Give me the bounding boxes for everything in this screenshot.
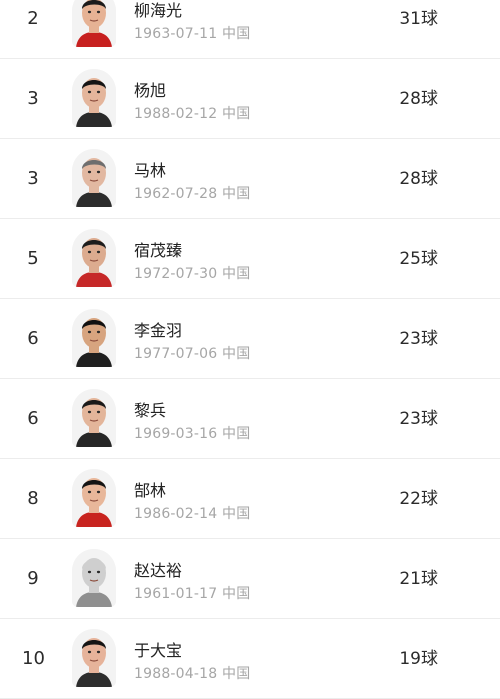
country: 中国 <box>222 426 251 442</box>
scorer-list: 2 柳海光 1963-07-11 中国 31球 3 杨旭 1988-02-12 中国 28球 3… <box>0 0 500 699</box>
player-name: 于大宝 <box>134 641 183 660</box>
player-photo-icon <box>72 309 116 367</box>
player-photo-icon <box>72 629 116 687</box>
birth-date: 1972-07-30 <box>134 266 218 282</box>
player-photo-icon <box>72 469 116 527</box>
rank-number: 10 <box>22 648 45 669</box>
player-photo-icon <box>72 149 116 207</box>
player-photo-icon <box>72 229 116 287</box>
player-meta: 1963-07-11 中国 <box>134 23 250 43</box>
goal-count: 21球 <box>399 569 438 589</box>
rank-number: 3 <box>27 88 39 109</box>
birth-date: 1961-01-17 <box>134 586 218 602</box>
birth-date: 1977-07-06 <box>134 346 218 362</box>
player-meta: 1977-07-06 中国 <box>134 343 250 363</box>
goal-count: 19球 <box>399 649 438 669</box>
player-row[interactable]: 3 杨旭 1988-02-12 中国 28球 <box>0 59 500 139</box>
player-meta: 1988-02-12 中国 <box>134 103 250 123</box>
player-meta: 1961-01-17 中国 <box>134 583 250 603</box>
rank-number: 8 <box>27 488 39 509</box>
player-name: 黎兵 <box>134 401 167 420</box>
player-avatar[interactable] <box>72 309 116 367</box>
player-row[interactable]: 2 柳海光 1963-07-11 中国 31球 <box>0 0 500 59</box>
goal-count: 31球 <box>399 9 438 29</box>
birth-date: 1962-07-28 <box>134 186 218 202</box>
country: 中国 <box>222 586 251 602</box>
birth-date: 1988-02-12 <box>134 106 218 122</box>
goal-count: 28球 <box>399 169 438 189</box>
player-name: 赵达裕 <box>134 561 183 580</box>
country: 中国 <box>222 186 251 202</box>
birth-date: 1988-04-18 <box>134 666 218 682</box>
goal-count: 23球 <box>399 409 438 429</box>
player-photo-icon <box>72 549 116 607</box>
player-meta: 1986-02-14 中国 <box>134 503 250 523</box>
player-name: 李金羽 <box>134 321 183 340</box>
player-avatar[interactable] <box>72 549 116 607</box>
player-row[interactable]: 3 马林 1962-07-28 中国 28球 <box>0 139 500 219</box>
player-name: 宿茂臻 <box>134 241 183 260</box>
player-avatar[interactable] <box>72 389 116 447</box>
country: 中国 <box>222 26 251 42</box>
country: 中国 <box>222 266 251 282</box>
player-row[interactable]: 9 赵达裕 1961-01-17 中国 21球 <box>0 539 500 619</box>
goal-count: 28球 <box>399 89 438 109</box>
player-row[interactable]: 10 于大宝 1988-04-18 中国 19球 <box>0 619 500 699</box>
rank-number: 6 <box>27 408 39 429</box>
country: 中国 <box>222 506 251 522</box>
player-row[interactable]: 6 李金羽 1977-07-06 中国 23球 <box>0 299 500 379</box>
country: 中国 <box>222 106 251 122</box>
player-name: 杨旭 <box>134 81 167 100</box>
rank-number: 3 <box>27 168 39 189</box>
birth-date: 1986-02-14 <box>134 506 218 522</box>
goal-count: 25球 <box>399 249 438 269</box>
player-avatar[interactable] <box>72 229 116 287</box>
player-avatar[interactable] <box>72 629 116 687</box>
player-photo-icon <box>72 0 116 47</box>
player-meta: 1972-07-30 中国 <box>134 263 250 283</box>
birth-date: 1969-03-16 <box>134 426 218 442</box>
player-avatar[interactable] <box>72 69 116 127</box>
rank-number: 9 <box>27 568 39 589</box>
player-row[interactable]: 8 郜林 1986-02-14 中国 22球 <box>0 459 500 539</box>
goal-count: 22球 <box>399 489 438 509</box>
player-meta: 1988-04-18 中国 <box>134 663 250 683</box>
country: 中国 <box>222 666 251 682</box>
player-row[interactable]: 5 宿茂臻 1972-07-30 中国 25球 <box>0 219 500 299</box>
rank-number: 2 <box>27 8 39 29</box>
player-photo-icon <box>72 69 116 127</box>
player-row[interactable]: 6 黎兵 1969-03-16 中国 23球 <box>0 379 500 459</box>
goal-count: 23球 <box>399 329 438 349</box>
player-photo-icon <box>72 389 116 447</box>
player-meta: 1969-03-16 中国 <box>134 423 250 443</box>
country: 中国 <box>222 346 251 362</box>
player-avatar[interactable] <box>72 0 116 47</box>
player-name: 郜林 <box>134 481 167 500</box>
player-name: 柳海光 <box>134 1 183 20</box>
player-meta: 1962-07-28 中国 <box>134 183 250 203</box>
player-avatar[interactable] <box>72 149 116 207</box>
rank-number: 6 <box>27 328 39 349</box>
player-avatar[interactable] <box>72 469 116 527</box>
birth-date: 1963-07-11 <box>134 26 218 42</box>
rank-number: 5 <box>27 248 39 269</box>
player-name: 马林 <box>134 161 167 180</box>
